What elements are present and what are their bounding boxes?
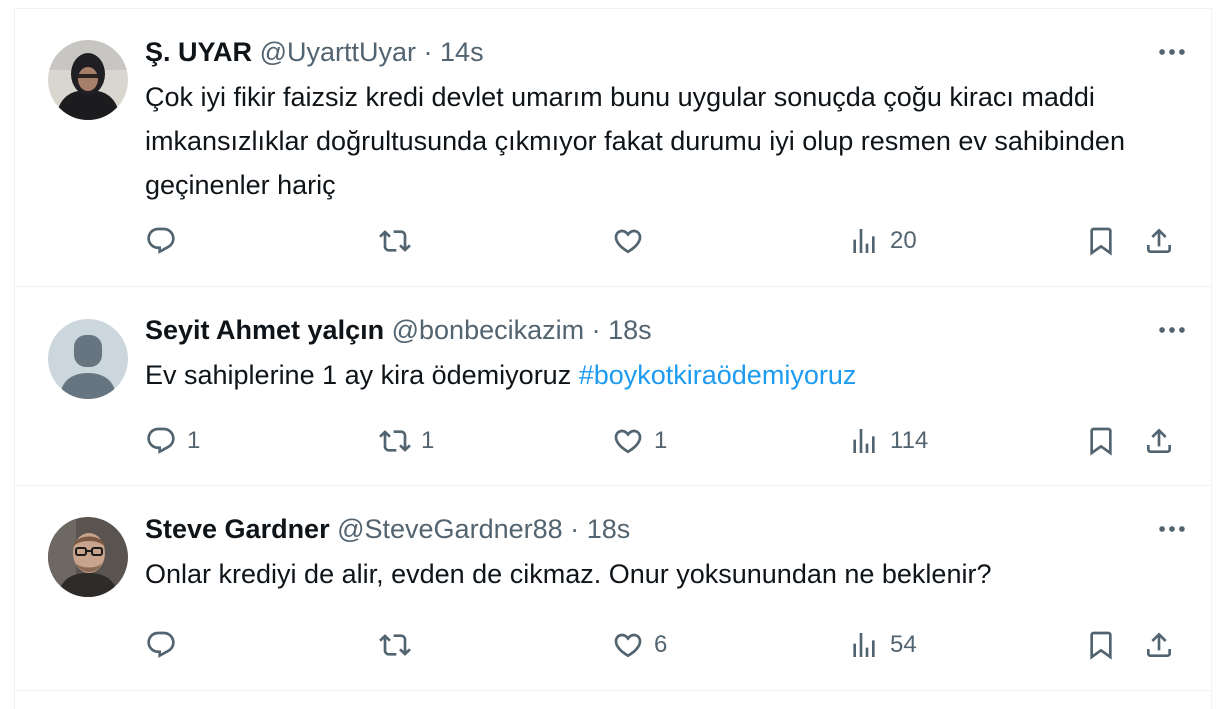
like-count: 6	[654, 631, 668, 658]
views-button[interactable]: 54	[848, 625, 917, 665]
like-button[interactable]: 6	[612, 625, 667, 665]
more-icon	[1155, 35, 1189, 69]
repost-icon	[379, 425, 411, 457]
repost-icon	[379, 225, 411, 257]
author-handle[interactable]: @bonbecikazim	[392, 315, 585, 345]
like-button[interactable]: 1	[612, 421, 667, 461]
views-icon	[848, 225, 880, 257]
hashtag-link[interactable]: #boykotkiraödemiyoruz	[579, 360, 857, 390]
timestamp[interactable]: 18s	[587, 514, 631, 544]
timestamp[interactable]: 14s	[440, 37, 484, 67]
author-name[interactable]: Seyit Ahmet yalçın	[145, 315, 384, 345]
author-name[interactable]: Steve Gardner	[145, 514, 330, 544]
bookmark-icon	[1085, 225, 1117, 257]
views-icon	[848, 425, 880, 457]
reply-count: 1	[187, 427, 201, 454]
bookmark-button[interactable]	[1085, 221, 1117, 261]
like-button[interactable]	[612, 221, 654, 261]
tweet-text-content: Çok iyi fikir faizsiz kredi devlet umarı…	[145, 82, 1125, 200]
bookmark-icon	[1085, 629, 1117, 661]
views-count: 54	[890, 631, 917, 658]
more-button[interactable]	[1155, 313, 1189, 347]
user-photo-hooded	[48, 40, 128, 120]
tweet-text: Çok iyi fikir faizsiz kredi devlet umarı…	[145, 75, 1185, 207]
more-icon	[1155, 512, 1189, 546]
like-icon	[612, 629, 644, 661]
like-icon	[612, 425, 644, 457]
user-photo-glasses	[48, 517, 128, 597]
bookmark-button[interactable]	[1085, 421, 1117, 461]
views-count: 114	[890, 427, 929, 454]
share-icon	[1143, 425, 1175, 457]
action-bar: 6 54	[15, 625, 1211, 665]
action-bar: 1 1 1 114	[15, 421, 1211, 461]
repost-button[interactable]: 1	[379, 421, 434, 461]
separator-dot: ·	[423, 37, 433, 67]
repost-button[interactable]	[379, 221, 421, 261]
views-button[interactable]: 20	[848, 221, 917, 261]
reply-button[interactable]: 1	[145, 421, 200, 461]
share-icon	[1143, 629, 1175, 661]
timeline: Ş. UYAR @UyarttUyar · 14s Çok iyi fikir …	[14, 8, 1212, 709]
views-button[interactable]: 114	[848, 421, 928, 461]
tweet-text-content: Onlar krediyi de alir, evden de cikmaz. …	[145, 559, 992, 589]
action-bar: 20	[15, 221, 1211, 261]
author-handle[interactable]: @UyarttUyar	[260, 37, 416, 67]
reply-icon	[145, 225, 177, 257]
tweet-header: Seyit Ahmet yalçın @bonbecikazim · 18s	[145, 314, 652, 346]
author-name[interactable]: Ş. UYAR	[145, 37, 252, 67]
timestamp[interactable]: 18s	[608, 315, 652, 345]
more-icon	[1155, 313, 1189, 347]
more-button[interactable]	[1155, 35, 1189, 69]
repost-count: 1	[421, 427, 435, 454]
share-button[interactable]	[1143, 221, 1175, 261]
tweet-text-content: Ev sahiplerine 1 ay kira ödemiyoruz	[145, 360, 579, 390]
like-count: 1	[654, 427, 668, 454]
repost-icon	[379, 629, 411, 661]
separator-dot: ·	[570, 514, 580, 544]
avatar[interactable]	[48, 517, 128, 597]
avatar[interactable]	[48, 40, 128, 120]
reply-icon	[145, 629, 177, 661]
tweet-text: Onlar krediyi de alir, evden de cikmaz. …	[145, 552, 1185, 596]
author-handle[interactable]: @SteveGardner88	[337, 514, 563, 544]
share-button[interactable]	[1143, 625, 1175, 665]
tweet[interactable]: Ş. UYAR @UyarttUyar · 14s Çok iyi fikir …	[15, 9, 1211, 287]
tweet-header: Ş. UYAR @UyarttUyar · 14s	[145, 36, 484, 68]
bookmark-icon	[1085, 425, 1117, 457]
repost-button[interactable]	[379, 625, 421, 665]
tweet[interactable]: Seyit Ahmet yalçın @bonbecikazim · 18s E…	[15, 287, 1211, 486]
more-button[interactable]	[1155, 512, 1189, 546]
avatar[interactable]	[48, 319, 128, 399]
separator-dot: ·	[591, 315, 601, 345]
reply-button[interactable]	[145, 625, 187, 665]
default-avatar	[48, 319, 128, 399]
tweet-text: Ev sahiplerine 1 ay kira ödemiyoruz #boy…	[145, 353, 1185, 397]
tweet-header: Steve Gardner @SteveGardner88 · 18s	[145, 513, 630, 545]
share-icon	[1143, 225, 1175, 257]
reply-icon	[145, 425, 177, 457]
like-icon	[612, 225, 644, 257]
share-button[interactable]	[1143, 421, 1175, 461]
views-count: 20	[890, 227, 917, 254]
reply-button[interactable]	[145, 221, 187, 261]
tweet[interactable]: Steve Gardner @SteveGardner88 · 18s Onla…	[15, 486, 1211, 691]
bookmark-button[interactable]	[1085, 625, 1117, 665]
views-icon	[848, 629, 880, 661]
